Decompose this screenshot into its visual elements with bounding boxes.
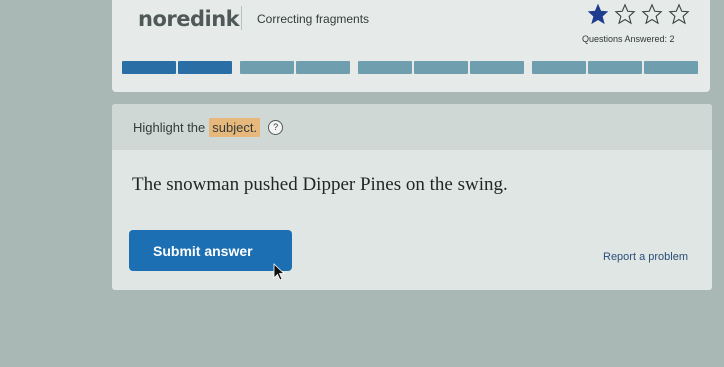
question-card: Highlight the subject. ? The snowman pus…	[112, 104, 712, 290]
header: noredink Correcting fragments Questions …	[112, 0, 710, 92]
prompt-keyword-highlight: subject.	[209, 118, 261, 137]
progress-segment	[240, 61, 294, 74]
noredink-logo[interactable]: noredink	[138, 7, 240, 31]
progress-segment	[532, 61, 586, 74]
progress-segment	[358, 61, 412, 74]
question-prompt: Highlight the subject. ?	[133, 118, 284, 137]
module-title: Correcting fragments	[257, 12, 370, 26]
progress-segment	[122, 61, 176, 74]
progress-segment	[414, 61, 468, 74]
progress-segment	[178, 61, 232, 74]
progress-bar	[122, 61, 698, 74]
mouse-cursor-icon	[273, 263, 285, 281]
report-problem-link[interactable]: Report a problem	[603, 251, 688, 263]
progress-segment	[588, 61, 642, 74]
prompt-bar: Highlight the subject. ?	[112, 104, 712, 150]
submit-answer-button[interactable]: Submit answer	[129, 230, 292, 271]
help-icon[interactable]: ?	[268, 120, 284, 135]
star-rating	[586, 3, 691, 25]
header-divider	[241, 6, 242, 30]
star-filled-icon	[587, 3, 609, 25]
progress-segment	[296, 61, 350, 74]
star-empty-icon	[614, 3, 636, 25]
question-sentence[interactable]: The snowman pushed Dipper Pines on the s…	[132, 174, 508, 196]
progress-segment	[644, 61, 698, 74]
star-empty-icon	[641, 3, 663, 25]
star-empty-icon	[668, 3, 690, 25]
progress-segment	[470, 61, 524, 74]
questions-answered-count: Questions Answered: 2	[582, 34, 675, 44]
prompt-text: Highlight the	[133, 120, 206, 135]
